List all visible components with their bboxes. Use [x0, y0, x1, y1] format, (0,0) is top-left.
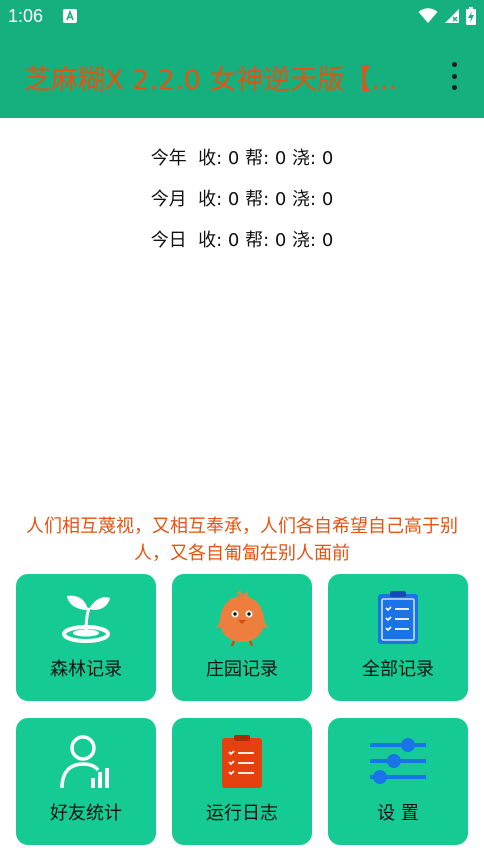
stat-day-period: 今日: [150, 230, 187, 251]
stat-year: 今年 收: 0 帮: 0 浇: 0: [0, 140, 484, 181]
sliders-icon: [370, 738, 426, 784]
app-bar: 芝麻糊X 2.2.0 女神逆天版【...: [0, 34, 484, 118]
a-app-icon: [63, 9, 77, 23]
stat-year-values: 收: 0 帮: 0 浇: 0: [198, 148, 334, 169]
status-icons: [418, 7, 476, 25]
sprout-icon: [62, 595, 110, 643]
settings-label: 设 置: [377, 803, 419, 824]
stat-day: 今日 收: 0 帮: 0 浇: 0: [0, 222, 484, 263]
all-records-button[interactable]: 全部记录: [328, 574, 468, 701]
chick-icon: [216, 590, 268, 646]
forest-records-label: 森林记录: [50, 659, 122, 680]
quote-text: 人们相互蔑视，又相互奉承，人们各自希望自己高于别人，又各自匍匐在别人面前: [26, 516, 458, 564]
app-title: 芝麻糊X 2.2.0 女神逆天版【...: [24, 65, 398, 96]
status-bar: 1:06: [0, 0, 484, 34]
battery-charging-icon: [466, 7, 476, 25]
stat-month-values: 收: 0 帮: 0 浇: 0: [198, 189, 334, 210]
run-log-label: 运行日志: [206, 803, 278, 824]
more-vert-icon[interactable]: [444, 62, 464, 90]
farm-records-button[interactable]: 庄园记录: [172, 574, 312, 701]
stat-month: 今月 收: 0 帮: 0 浇: 0: [0, 181, 484, 222]
all-records-label: 全部记录: [362, 659, 434, 680]
stat-month-period: 今月: [150, 189, 187, 210]
status-time: 1:06: [8, 6, 44, 26]
log-clipboard-icon: [222, 735, 262, 788]
clipboard-checklist-icon: [378, 591, 418, 644]
stats-panel: 今年 收: 0 帮: 0 浇: 0 今月 收: 0 帮: 0 浇: 0 今日 收…: [0, 140, 484, 263]
forest-records-button[interactable]: 森林记录: [16, 574, 156, 701]
friend-stats-button[interactable]: 好友统计: [16, 718, 156, 845]
signal-no-service-icon: [445, 9, 459, 23]
user-stats-icon: [60, 735, 109, 789]
wifi-icon: [418, 8, 438, 23]
farm-records-label: 庄园记录: [206, 659, 278, 680]
stat-day-values: 收: 0 帮: 0 浇: 0: [198, 230, 334, 251]
settings-button[interactable]: 设 置: [328, 718, 468, 845]
friend-stats-label: 好友统计: [50, 803, 122, 824]
menu-grid: 森林记录 庄园记录 全部记录 好友统计 运行日志 设 置: [16, 574, 468, 845]
stat-year-period: 今年: [150, 148, 187, 169]
run-log-button[interactable]: 运行日志: [172, 718, 312, 845]
